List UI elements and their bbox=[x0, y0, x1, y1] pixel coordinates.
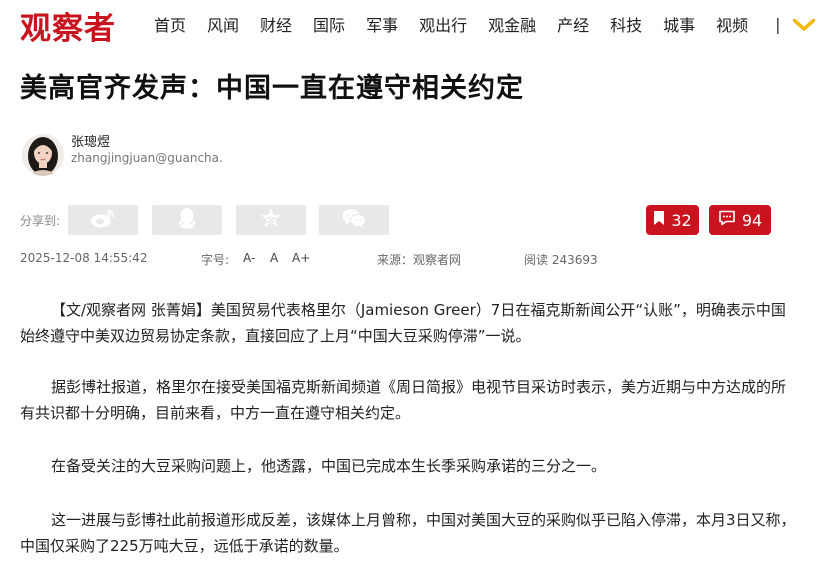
share-qq-button[interactable] bbox=[152, 205, 222, 235]
comment-button[interactable]: 94 bbox=[709, 205, 771, 235]
nav-item-finance[interactable]: 财经 bbox=[260, 12, 292, 36]
site-logo[interactable]: 观察者 bbox=[20, 3, 116, 48]
share-qzone-button[interactable] bbox=[236, 205, 306, 235]
qq-icon bbox=[177, 207, 197, 233]
author-avatar[interactable] bbox=[22, 134, 64, 176]
bookmark-icon bbox=[653, 210, 671, 230]
font-normal-button[interactable]: A bbox=[270, 251, 278, 265]
qzone-star-icon bbox=[260, 207, 282, 233]
comment-icon bbox=[718, 210, 742, 230]
site-header: 观察者 首页 风闻 财经 国际 军事 观出行 观金融 产经 科技 城事 视频 | bbox=[0, 0, 819, 48]
comment-count: 94 bbox=[741, 210, 763, 230]
publish-datetime: 2025-12-08 14:55:42 bbox=[20, 251, 148, 265]
share-label: 分享到: bbox=[20, 214, 61, 228]
share-wechat-button[interactable] bbox=[319, 205, 389, 235]
share-weibo-button[interactable] bbox=[68, 205, 138, 235]
nav-separator: | bbox=[775, 14, 781, 34]
wechat-icon bbox=[341, 207, 367, 233]
article-paragraph: 据彭博社报道，格里尔在接受美国福克斯新闻频道《周日简报》电视节目采访时表示，美方… bbox=[20, 378, 787, 422]
nav-item-travel[interactable]: 观出行 bbox=[419, 12, 467, 36]
nav-item-tech[interactable]: 科技 bbox=[610, 12, 642, 36]
article-paragraph: 这一进展与彭博社此前报道形成反差，该媒体上月曾称，中国对美国大豆的采购似乎已陷入… bbox=[20, 511, 796, 555]
article-source: 来源：观察者网 bbox=[377, 253, 462, 267]
main-nav: 首页 风闻 财经 国际 军事 观出行 观金融 产经 科技 城事 视频 | bbox=[154, 12, 815, 36]
article-paragraph: 【文/观察者网 张菁娟】美国贸易代表格里尔（Jamieson Greer）7日在… bbox=[20, 301, 786, 345]
nav-item-military[interactable]: 军事 bbox=[366, 12, 398, 36]
font-decrease-button[interactable]: A- bbox=[243, 251, 255, 265]
view-count: 阅读 243693 bbox=[524, 253, 598, 267]
bookmark-count: 32 bbox=[671, 210, 692, 230]
nav-item-international[interactable]: 国际 bbox=[313, 12, 345, 36]
nav-item-industry[interactable]: 产经 bbox=[557, 12, 589, 36]
nav-item-fengwen[interactable]: 风闻 bbox=[207, 12, 239, 36]
bookmark-button[interactable]: 32 bbox=[646, 205, 699, 235]
author-name[interactable]: 张璁煜 bbox=[71, 131, 110, 150]
nav-item-city[interactable]: 城事 bbox=[663, 12, 695, 36]
nav-item-fintech[interactable]: 观金融 bbox=[488, 12, 536, 36]
weibo-icon bbox=[90, 208, 116, 232]
font-size-label: 字号: bbox=[201, 253, 230, 267]
article-title: 美高官齐发声：中国一直在遵守相关约定 bbox=[20, 73, 524, 104]
chevron-down-icon[interactable] bbox=[792, 17, 815, 31]
article-paragraph: 在备受关注的大豆采购问题上，他透露，中国已完成本生长季采购承诺的三分之一。 bbox=[51, 457, 607, 475]
author-email: zhangjingjuan@guancha.c bbox=[71, 151, 223, 165]
font-increase-button[interactable]: A+ bbox=[292, 251, 310, 265]
nav-item-video[interactable]: 视频 bbox=[716, 12, 748, 36]
nav-item-home[interactable]: 首页 bbox=[154, 12, 186, 36]
